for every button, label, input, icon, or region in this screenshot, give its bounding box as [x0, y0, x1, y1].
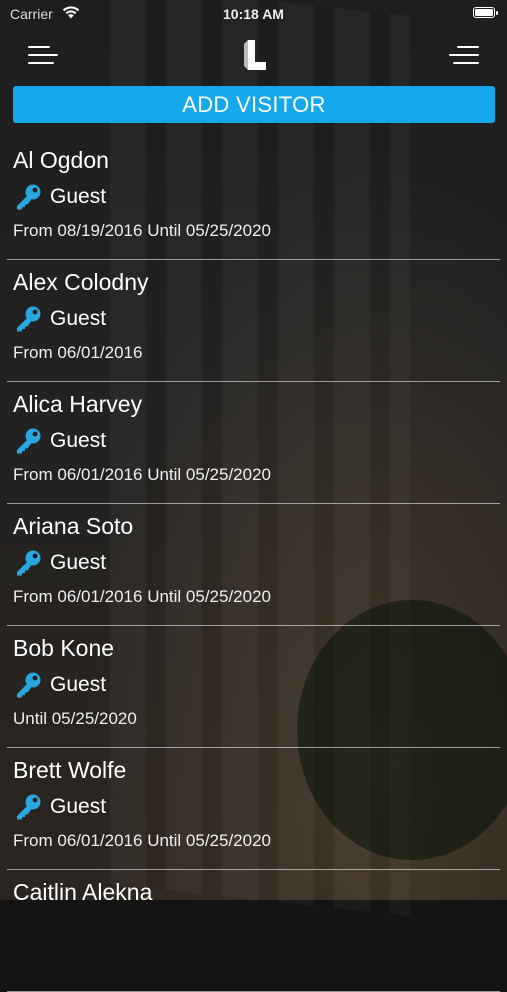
visitor-role: Guest [50, 307, 107, 330]
logo-L-icon [244, 40, 266, 70]
visitor-role-row: Guest [14, 549, 106, 577]
visitor-name: Alex Colodny [13, 269, 149, 295]
visitor-item[interactable]: Bob Kone Guest Until 05/25/2020 [7, 626, 500, 748]
visitor-item[interactable]: Alex Colodny Guest From 06/01/2016 [7, 260, 500, 382]
visitor-role: Guest [50, 185, 107, 208]
visitor-list: Al Ogdon Guest From 08/19/2016 Until 05/… [0, 138, 507, 992]
key-icon [17, 184, 41, 210]
key-icon [17, 428, 41, 454]
nav-bar [0, 34, 507, 80]
key-icon [17, 306, 41, 332]
visitor-dates: From 06/01/2016 Until 05/25/2020 [13, 831, 272, 850]
visitor-item[interactable]: Al Ogdon Guest From 08/19/2016 Until 05/… [7, 138, 500, 260]
battery-fill [475, 9, 493, 16]
status-bar: Carrier 10:18 AM [0, 0, 507, 28]
add-visitor-button[interactable]: ADD VISITOR [13, 86, 495, 123]
visitor-role-row: Guest [14, 427, 106, 455]
visitor-role-row: Guest [14, 183, 106, 211]
visitor-role: Guest [50, 673, 107, 696]
key-icon [17, 550, 41, 576]
battery-icon [473, 7, 498, 18]
visitor-item[interactable]: Caitlin Alekna [7, 870, 500, 992]
visitor-role-row: Guest [14, 305, 106, 333]
visitor-role: Guest [50, 429, 107, 452]
visitor-name: Ariana Soto [13, 513, 134, 539]
visitor-role-row: Guest [14, 671, 106, 699]
visitor-role-row: Guest [14, 793, 106, 821]
visitor-dates: Until 05/25/2020 [13, 709, 137, 728]
visitor-name: Alica Harvey [13, 391, 143, 417]
status-time: 10:18 AM [223, 6, 284, 22]
visitor-item[interactable]: Brett Wolfe Guest From 06/01/2016 Until … [7, 748, 500, 870]
visitor-name: Caitlin Alekna [13, 879, 153, 905]
visitor-dates: From 08/19/2016 Until 05/25/2020 [13, 221, 272, 240]
visitor-item[interactable]: Ariana Soto Guest From 06/01/2016 Until … [7, 504, 500, 626]
visitor-dates: From 06/01/2016 [13, 343, 143, 362]
visitor-role: Guest [50, 795, 107, 818]
visitor-item[interactable]: Alica Harvey Guest From 06/01/2016 Until… [7, 382, 500, 504]
visitor-name: Brett Wolfe [13, 757, 127, 783]
visitor-dates: From 06/01/2016 Until 05/25/2020 [13, 465, 272, 484]
visitor-dates: From 06/01/2016 Until 05/25/2020 [13, 587, 272, 606]
hamburger-icon[interactable] [28, 42, 60, 68]
visitor-role: Guest [50, 551, 107, 574]
key-icon [17, 672, 41, 698]
visitor-name: Al Ogdon [13, 147, 109, 173]
visitor-name: Bob Kone [13, 635, 115, 661]
key-icon [17, 794, 41, 820]
menu-icon[interactable] [449, 42, 481, 68]
